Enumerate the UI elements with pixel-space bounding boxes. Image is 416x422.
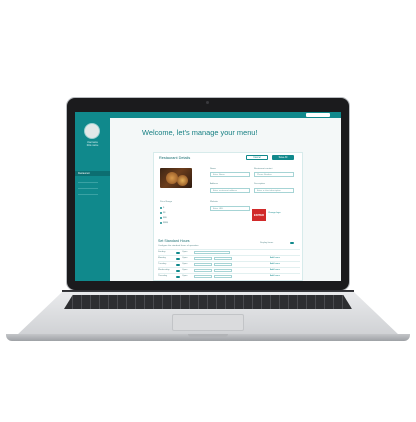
price-option: $$$ xyxy=(163,217,167,219)
save-all-button[interactable]: Save All xyxy=(272,155,294,160)
day-toggle[interactable] xyxy=(176,270,180,272)
open-time-input[interactable] xyxy=(194,275,212,278)
description-input[interactable]: Enter a short description xyxy=(254,188,294,193)
price-radio[interactable] xyxy=(160,222,162,224)
camera-icon xyxy=(206,101,209,104)
sidebar-username: Username Role name xyxy=(86,141,99,147)
website-label: Website xyxy=(210,201,218,203)
day-label: Monday xyxy=(158,257,166,259)
add-hours-link[interactable]: Add hours xyxy=(270,257,280,259)
display-hours-label: Display hours xyxy=(260,242,274,244)
close-time-input[interactable] xyxy=(214,263,232,266)
price-option: $$ xyxy=(163,212,166,214)
price-option: $$$$ xyxy=(163,222,168,224)
address-label: Address xyxy=(210,183,219,185)
price-option: $ xyxy=(163,207,165,209)
add-hours-link[interactable]: Add hours xyxy=(270,275,280,277)
app-screen: Username Role name Restaurant Welcome, l… xyxy=(75,112,341,281)
hours-subtitle: Configure the standard hours of operatio… xyxy=(158,245,199,247)
name-label: Name xyxy=(210,168,216,170)
address-input[interactable]: Enter restaurant address xyxy=(210,188,250,193)
display-hours-toggle[interactable] xyxy=(290,242,294,244)
price-radio[interactable] xyxy=(160,217,162,219)
sidebar-item-restaurant[interactable]: Restaurant xyxy=(75,171,110,176)
page-title: Welcome, let's manage your menu! xyxy=(142,128,258,137)
food-image xyxy=(177,175,188,186)
sidebar: Username Role name Restaurant xyxy=(75,112,110,281)
keyboard xyxy=(64,295,352,309)
day-label: Tuesday xyxy=(158,263,167,265)
day-toggle[interactable] xyxy=(176,276,180,278)
close-time-input[interactable] xyxy=(214,275,232,278)
price-radio[interactable] xyxy=(160,207,162,209)
laptop-lid: Username Role name Restaurant Welcome, l… xyxy=(66,97,350,291)
sidebar-item[interactable] xyxy=(78,194,98,195)
contact-label: Restaurant contact xyxy=(254,168,273,170)
time-range-input[interactable] xyxy=(194,251,230,254)
day-status: Open xyxy=(182,263,188,265)
day-status: Open xyxy=(182,257,188,259)
hours-title: Set Standard Hours xyxy=(158,239,190,243)
website-input[interactable]: Enter URL xyxy=(210,206,250,211)
cancel-button[interactable]: Cancel xyxy=(246,155,268,160)
open-time-input[interactable] xyxy=(194,257,212,260)
day-status: Open xyxy=(182,251,188,253)
restaurant-logo[interactable]: EDITED xyxy=(252,209,266,221)
trackpad xyxy=(172,314,244,331)
day-toggle[interactable] xyxy=(176,258,180,260)
close-time-input[interactable] xyxy=(214,269,232,272)
price-range-label: Price Range xyxy=(160,201,173,203)
account-button[interactable] xyxy=(306,113,330,117)
description-label: Description xyxy=(254,183,265,185)
sidebar-item-label: Restaurant xyxy=(78,172,90,175)
sidebar-item[interactable] xyxy=(78,188,98,189)
day-label: Thursday xyxy=(158,275,168,277)
avatar[interactable] xyxy=(84,123,100,139)
open-time-input[interactable] xyxy=(194,263,212,266)
close-time-input[interactable] xyxy=(214,257,232,260)
day-label: Wednesday xyxy=(158,269,170,271)
restaurant-photo[interactable] xyxy=(160,168,192,188)
add-hours-link[interactable]: Add hours xyxy=(270,263,280,265)
day-toggle[interactable] xyxy=(176,252,180,254)
day-label: Sunday xyxy=(158,251,166,253)
restaurant-details-card: Restaurant Details Cancel Save All Price… xyxy=(153,152,303,281)
laptop-notch xyxy=(188,334,228,337)
sidebar-item[interactable] xyxy=(78,182,98,183)
day-status: Open xyxy=(182,275,188,277)
name-input[interactable]: Enter Name xyxy=(210,172,250,177)
day-toggle[interactable] xyxy=(176,264,180,266)
price-radio[interactable] xyxy=(160,212,162,214)
day-status: Open xyxy=(182,269,188,271)
contact-input[interactable]: Phone Number xyxy=(254,172,294,177)
add-hours-link[interactable]: Add hours xyxy=(270,269,280,271)
change-logo-link[interactable]: Change logo xyxy=(268,212,280,214)
food-image xyxy=(166,172,178,184)
hours-row: Thursday Open Add hours xyxy=(158,273,300,280)
top-bar xyxy=(110,112,341,118)
open-time-input[interactable] xyxy=(194,269,212,272)
card-title: Restaurant Details xyxy=(159,156,191,160)
